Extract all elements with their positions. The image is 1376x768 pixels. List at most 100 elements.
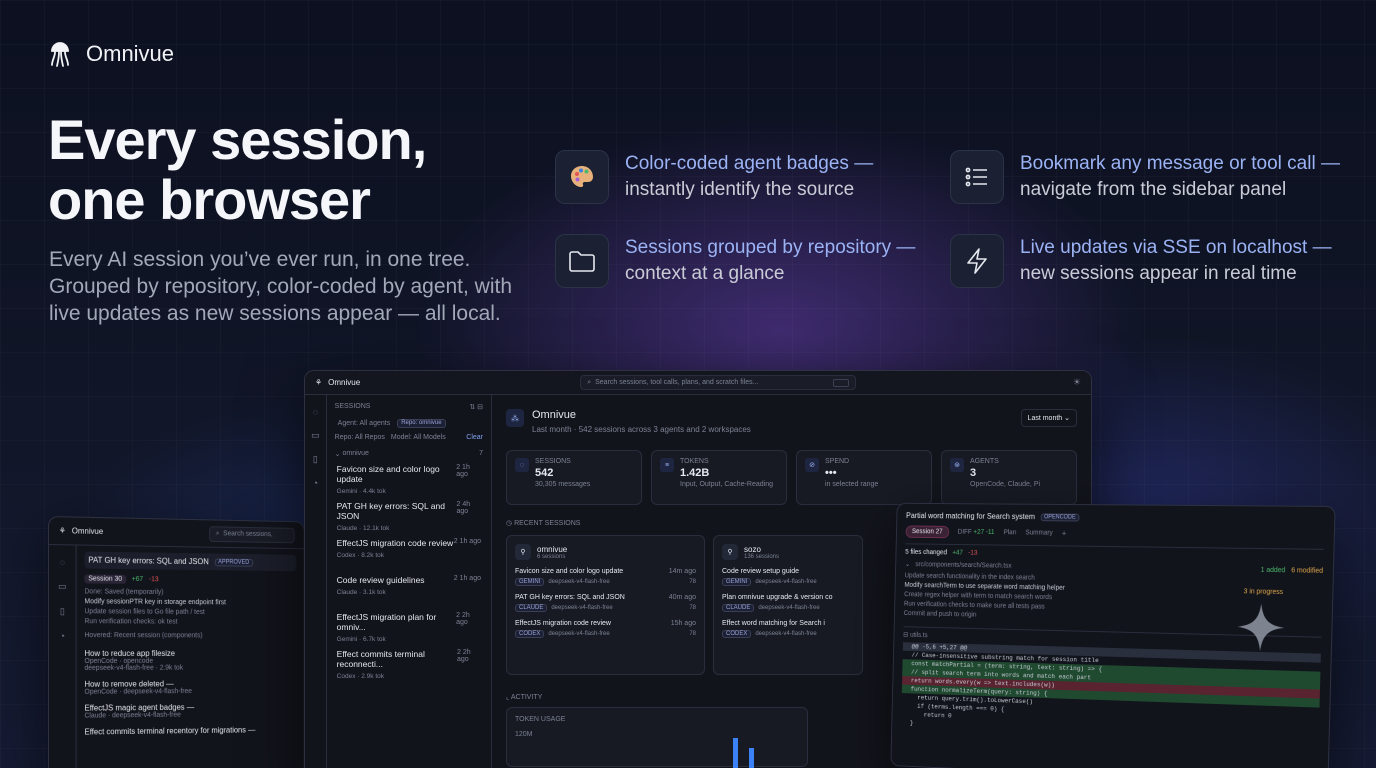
sort-icon[interactable]: ⇅ ⊟ — [469, 403, 483, 411]
stat-value: 542 — [535, 467, 554, 479]
repo-icon: ⁂ — [506, 409, 524, 427]
stat-sub: 30,305 messages — [535, 481, 591, 488]
bookmark-icon[interactable]: ▯ — [60, 606, 65, 617]
repo-session-row[interactable]: EffectJS migration code review 15h ago COD… — [515, 620, 696, 638]
jellyfish-logo-icon — [51, 42, 69, 67]
bell-icon[interactable]: ◔ — [313, 478, 318, 488]
sidebar-session-item[interactable]: Effect commits terminal reconnecti... 2 2… — [327, 649, 491, 686]
repo-session-row[interactable]: Effect word matching for Search i CODEX de… — [722, 620, 854, 638]
item-title: Effect commits terminal recentory for mi… — [84, 725, 256, 737]
dashboard-subtitle: Last month · 542 sessions across 3 agent… — [532, 425, 751, 434]
repo-group-count: 7 — [479, 450, 483, 457]
session-time: 2 1h ago — [456, 464, 481, 484]
session-badge: 2 — [456, 464, 461, 471]
stat-sub: OpenCode, Claude, Pi — [970, 481, 1041, 488]
row-model: deepseek-v4-flash-free — [758, 605, 820, 611]
session-badge: 2 — [457, 649, 461, 656]
main-app-title: Omnivue — [328, 378, 361, 387]
tab-session[interactable]: Session 27 — [905, 525, 949, 539]
sidebar-session-item[interactable]: EffectJS migration plan for omniv... 2 2h… — [327, 612, 491, 649]
diff-plus: +67 — [131, 575, 144, 584]
stat-label: SPEND — [825, 458, 850, 465]
repo-session-row[interactable]: Plan omnivue upgrade & version co CLAUDE d… — [722, 594, 854, 612]
code-file-name: utils.ts — [910, 632, 928, 640]
repo-group-label[interactable]: omnivue — [342, 450, 368, 458]
agent-badge: GEMINI — [515, 578, 545, 586]
session-time: 2 1h ago — [454, 538, 481, 548]
session-time: 2 2h ago — [456, 612, 481, 632]
filter-chip[interactable]: Repo: omnivue — [397, 419, 446, 428]
row-time: 14m ago — [668, 568, 696, 575]
session-badge: 2 — [456, 501, 461, 508]
folder-icon[interactable]: ▭ — [58, 581, 66, 592]
session-time-text: 1h ago — [459, 538, 481, 545]
stat-icon: ⊛ — [950, 458, 964, 472]
stat-card: ⊛ AGENTS 3 OpenCode, Claude, Pi — [941, 450, 1077, 505]
sidebar-session-item[interactable]: PAT GH key errors: SQL and JSON 2 4h ago C… — [327, 501, 491, 538]
collapsed-row[interactable]: Hovered: Recent session (components) — [84, 631, 296, 641]
stat-icon: ⊘ — [805, 458, 819, 472]
token-usage-card: TOKEN USAGE 120M — [506, 707, 808, 768]
repo-icon: ⚲ — [722, 544, 738, 560]
theme-toggle-icon[interactable]: ☀ — [1073, 377, 1081, 388]
filter-model[interactable]: Model: All Models — [391, 434, 446, 441]
row-model: deepseek-v4-flash-free — [755, 579, 817, 585]
filter-repo[interactable]: Repo: All Repos — [335, 434, 385, 441]
main-search-input[interactable]: ⌕ Search sessions, tool calls, plans, and… — [580, 375, 857, 390]
repo-card[interactable]: ⚲ omnivue 6 sessions Favicon size and color… — [506, 535, 705, 675]
feature-grouped: Sessions grouped by repository — context … — [555, 234, 935, 288]
repo-session-row[interactable]: Code review setup guide GEMINI deepseek-v4… — [722, 568, 854, 586]
diff-code-view: @@ -5,6 +5,27 @@// Case-insensitive subs… — [901, 642, 1321, 743]
folder-icon[interactable]: ▭ — [311, 430, 320, 441]
row-count: 78 — [689, 579, 696, 585]
stat-card: ≡ TOKENS 1.42B Input, Output, Cache-Reading — [651, 450, 787, 505]
clear-filters-button[interactable]: Clear — [466, 434, 483, 441]
left-search-input[interactable]: ⌕ Search sessions, — [209, 525, 295, 543]
stat-label: TOKENS — [680, 458, 709, 465]
range-select[interactable]: Last month ⌄ — [1020, 409, 1077, 427]
chat-icon[interactable]: ◌ — [60, 557, 65, 567]
agent-badge: CLAUDE — [722, 604, 755, 612]
sidebar-session-item[interactable]: EffectJS migration code review 2 1h ago Co… — [327, 538, 491, 575]
repo-card[interactable]: ⚲ sozo 136 sessions Code review setup guide… — [713, 535, 863, 675]
session-meta: Codex · 2.9k tok — [336, 673, 384, 680]
list-item[interactable]: EffectJS magic agent badges — Claude · de… — [84, 702, 296, 720]
bookmark-icon[interactable]: ▯ — [313, 454, 318, 465]
list-item[interactable]: Effect commits terminal recentory for mi… — [84, 725, 296, 737]
token-usage-label: TOKEN USAGE — [515, 716, 566, 723]
row-model: deepseek-v4-flash-free — [755, 631, 817, 637]
bell-icon[interactable]: ◔ — [60, 631, 65, 641]
tab-plan[interactable]: Plan — [1003, 529, 1016, 536]
repo-name: sozo — [744, 544, 761, 554]
sidebar-session-item[interactable]: Favicon size and color logo update 2 1h a… — [327, 464, 491, 501]
chat-icon[interactable]: ◌ — [313, 407, 318, 417]
feature-desc: instantly identify the source — [625, 179, 855, 200]
tab-diff[interactable]: DIFF +27 -11 — [958, 529, 995, 536]
session-time-text: 1h ago — [459, 575, 481, 582]
chevron-down-icon[interactable]: ⌄ — [335, 450, 343, 458]
repo-session-row[interactable]: PAT GH key errors: SQL and JSON 40m ago CL… — [515, 594, 696, 612]
plan-checklist: Update search functionality in the index… — [904, 572, 1323, 652]
repo-session-row[interactable]: Favicon size and color logo update 14m ag… — [515, 568, 696, 586]
left-nav-rail: ◌ ▭ ▯ ◔ — [48, 545, 77, 768]
file-path[interactable]: src/components/search/Search.tsx — [915, 561, 1011, 569]
session-time: 2 2h ago — [457, 649, 481, 669]
sidebar-session-item[interactable]: Code review guidelines 2 1h ago Claude · 3… — [327, 575, 491, 612]
left-session-title: PAT GH key errors: SQL and JSON — [88, 555, 209, 567]
feature-title: Sessions grouped by repository — — [625, 237, 916, 258]
status-modified: 6 modified — [1291, 566, 1324, 575]
tab-summary[interactable]: Summary — [1025, 530, 1053, 537]
list-item[interactable]: How to remove deleted — OpenCode · deepse… — [84, 679, 296, 695]
headline-line-1: Every session, — [48, 108, 427, 171]
row-time: 40m ago — [668, 594, 696, 601]
session-chip[interactable]: Session 30 — [84, 574, 126, 584]
list-item[interactable]: How to reduce app filesize OpenCode · ope… — [84, 649, 296, 672]
row-model: deepseek-v4-flash-free — [551, 605, 613, 611]
add-tab-icon[interactable]: + — [1062, 529, 1067, 538]
chevron-down-icon[interactable]: ⌄ — [905, 560, 910, 568]
session-time: 2 1h ago — [454, 575, 481, 585]
session-meta: Gemini · 4.4k tok — [336, 488, 386, 495]
usage-bar — [749, 748, 754, 768]
filter-agent[interactable]: Agent: All agents — [335, 419, 394, 428]
folder-icon — [555, 234, 609, 288]
